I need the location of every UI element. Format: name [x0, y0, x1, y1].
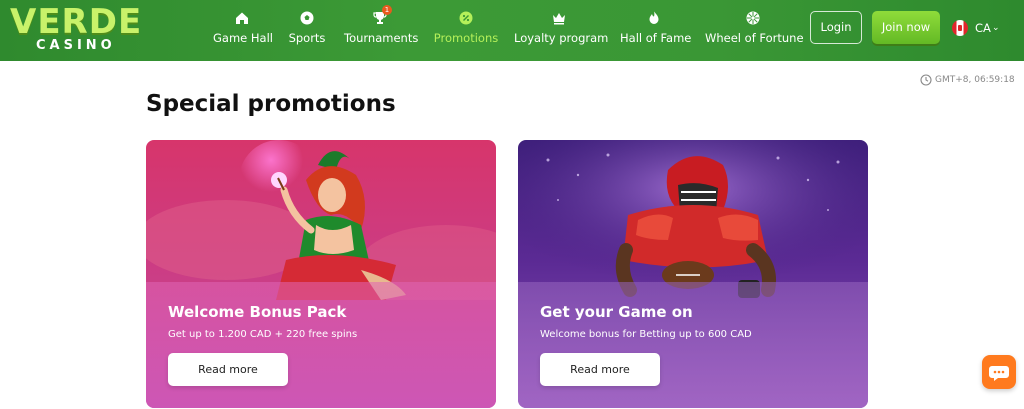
football-player-illustration	[518, 140, 868, 300]
nav-game-hall[interactable]: Game Hall	[213, 0, 273, 61]
nav-label: Tournaments	[344, 31, 419, 45]
card-text-panel	[146, 282, 496, 408]
nav-label: Wheel of Fortune	[705, 31, 804, 45]
nav-label: Loyalty program	[514, 31, 609, 45]
verde-casino-logo[interactable]: VERDE CASINO	[10, 4, 142, 56]
soccer-ball-icon	[300, 11, 314, 25]
promo-card-welcome-bonus[interactable]: Welcome Bonus Pack Get up to 1.200 CAD +…	[146, 140, 496, 408]
promo-badge-icon	[459, 11, 473, 25]
card-subtitle: Get up to 1.200 CAD + 220 free spins	[168, 329, 358, 340]
home-icon	[236, 12, 248, 24]
nav-promotions[interactable]: Promotions	[433, 0, 499, 61]
canada-flag-icon	[952, 20, 968, 36]
card-title: Get your Game on	[540, 303, 693, 321]
chat-bubble-icon	[989, 366, 1009, 381]
card-text-panel	[518, 282, 868, 408]
card-subtitle: Welcome bonus for Betting up to 600 CAD	[540, 329, 752, 340]
nav-label: Hall of Fame	[620, 31, 692, 45]
read-more-button[interactable]: Read more	[540, 353, 660, 386]
language-code: CA	[975, 21, 991, 35]
language-selector[interactable]: CA ⌄	[952, 19, 1010, 37]
flame-icon	[649, 11, 659, 24]
join-now-button[interactable]: Join now	[872, 11, 940, 44]
timezone-clock: GMT+8, 06:59:18	[920, 73, 1020, 87]
nav-wheel-of-fortune[interactable]: Wheel of Fortune	[705, 0, 804, 61]
wheel-icon	[746, 11, 759, 25]
page-title: Special promotions	[146, 91, 396, 117]
logo-wordmark-bottom: CASINO	[36, 38, 116, 53]
nav-label: Sports	[288, 31, 326, 45]
nav-sports[interactable]: Sports	[287, 0, 327, 61]
nav-loyalty-program[interactable]: Loyalty program	[514, 0, 609, 61]
top-navbar: VERDE CASINO Game Hall Sports 1 Tourname…	[0, 0, 1024, 61]
promo-card-get-your-game-on[interactable]: Get your Game on Welcome bonus for Betti…	[518, 140, 868, 408]
live-chat-button[interactable]	[982, 355, 1016, 389]
elf-character-illustration	[146, 140, 496, 300]
clock-icon	[920, 74, 932, 86]
nav-label: Game Hall	[213, 31, 273, 45]
clock-text: GMT+8, 06:59:18	[935, 75, 1015, 85]
nav-hall-of-fame[interactable]: Hall of Fame	[620, 0, 692, 61]
nav-tournaments[interactable]: 1 Tournaments	[344, 0, 419, 61]
logo-wordmark-top: VERDE	[10, 2, 143, 42]
chevron-down-icon: ⌄	[992, 23, 1000, 33]
crown-icon	[553, 13, 565, 25]
nav-label: Promotions	[433, 31, 499, 45]
card-title: Welcome Bonus Pack	[168, 303, 347, 321]
read-more-button[interactable]: Read more	[168, 353, 288, 386]
login-button[interactable]: Login	[810, 11, 862, 44]
tournaments-count-badge: 1	[382, 5, 392, 15]
